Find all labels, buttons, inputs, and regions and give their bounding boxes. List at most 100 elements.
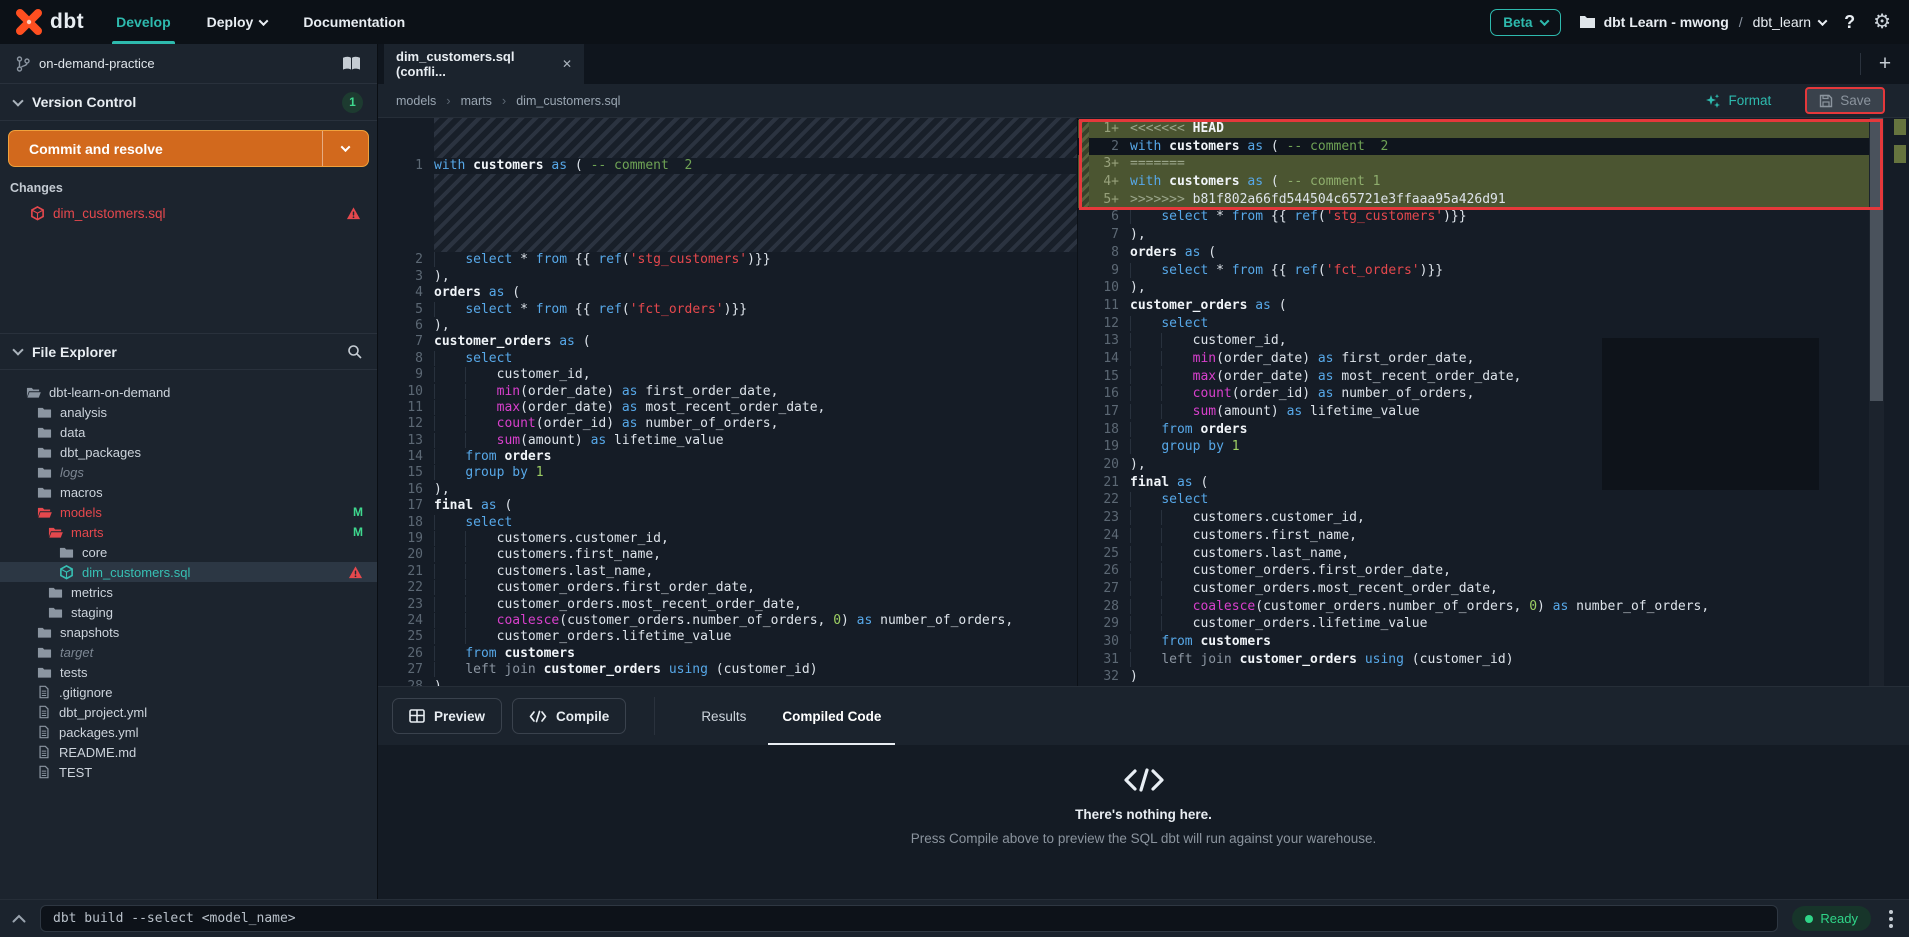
- code-line: 5+>>>>>>> b81f802a66fd544504c65721e3ffaa…: [1078, 191, 1869, 209]
- logo-text: dbt: [50, 10, 84, 34]
- version-control-header[interactable]: Version Control 1: [0, 84, 377, 121]
- code-line: 12 select: [1078, 315, 1869, 333]
- folder-icon: [37, 485, 52, 500]
- line-number: 1+: [1078, 120, 1130, 138]
- folder-icon: [1579, 15, 1596, 29]
- tree-item-models[interactable]: modelsM: [0, 502, 377, 522]
- tree-item-packages-yml[interactable]: packages.yml: [0, 722, 377, 742]
- results-bar-divider: [654, 697, 655, 735]
- help-button[interactable]: ?: [1844, 12, 1855, 33]
- scrollbar-thumb[interactable]: [1870, 118, 1883, 401]
- tree-item-dim-customers-sql[interactable]: dim_customers.sql: [0, 562, 377, 582]
- tree-item-core[interactable]: core: [0, 542, 377, 562]
- file-icon: [37, 685, 51, 699]
- tree-item-staging[interactable]: staging: [0, 602, 377, 622]
- tree-item-dbt-project-yml[interactable]: dbt_project.yml: [0, 702, 377, 722]
- line-number: 17: [1078, 403, 1130, 421]
- compile-button[interactable]: Compile: [512, 698, 626, 734]
- tree-item-label: models: [60, 505, 345, 520]
- docs-book-icon[interactable]: [342, 56, 361, 71]
- nav-documentation[interactable]: Documentation: [285, 0, 423, 44]
- kebab-menu-icon[interactable]: [1885, 910, 1897, 928]
- code-line: 17final as (: [378, 498, 1077, 514]
- line-number: 18: [378, 515, 434, 531]
- command-input[interactable]: dbt build --select <model_name>: [40, 905, 1778, 932]
- nav-deploy[interactable]: Deploy: [189, 0, 286, 44]
- sparkles-icon: [1705, 93, 1721, 109]
- tree-item-marts[interactable]: martsM: [0, 522, 377, 542]
- editor-toolbar: models › marts › dim_customers.sql Forma…: [378, 84, 1909, 118]
- line-number: 5: [378, 302, 434, 318]
- line-number: 22: [378, 580, 434, 596]
- tree-item-metrics[interactable]: metrics: [0, 582, 377, 602]
- tree-item-dbt-learn-on-demand[interactable]: dbt-learn-on-demand: [0, 382, 377, 402]
- tree-item-data[interactable]: data: [0, 422, 377, 442]
- tree-item-test[interactable]: TEST: [0, 762, 377, 782]
- close-icon[interactable]: ✕: [562, 57, 572, 71]
- nav-develop[interactable]: Develop: [98, 0, 188, 44]
- code-line: 21 customers.last_name,: [378, 564, 1077, 580]
- editor-scrollbar[interactable]: [1869, 118, 1884, 686]
- settings-gear-icon[interactable]: ⚙: [1873, 12, 1891, 32]
- tree-item-readme-md[interactable]: README.md: [0, 742, 377, 762]
- save-button[interactable]: Save: [1805, 87, 1885, 114]
- beta-toggle[interactable]: Beta: [1490, 9, 1560, 36]
- folder-icon: [48, 605, 63, 620]
- results-bar: Preview Compile Results Compiled Code: [378, 686, 1909, 745]
- new-tab-button[interactable]: +: [1861, 44, 1909, 84]
- tab-dim-customers[interactable]: dim_customers.sql (confli... ✕: [384, 44, 584, 84]
- tree-item-logs[interactable]: logs: [0, 462, 377, 482]
- commit-options-chevron[interactable]: [322, 131, 368, 166]
- tree-item--gitignore[interactable]: .gitignore: [0, 682, 377, 702]
- tree-item-target[interactable]: target: [0, 642, 377, 662]
- tab-compiled-code[interactable]: Compiled Code: [764, 687, 899, 745]
- editor-pane-left[interactable]: 1with customers as ( -- comment 22 selec…: [378, 118, 1078, 686]
- tree-item-analysis[interactable]: analysis: [0, 402, 377, 422]
- format-button[interactable]: Format: [1705, 93, 1771, 109]
- changed-file-row[interactable]: dim_customers.sql: [0, 201, 377, 225]
- changes-label: Changes: [0, 167, 377, 201]
- code-line: 4+with customers as ( -- comment 1: [1078, 173, 1869, 191]
- line-number: 8: [378, 351, 434, 367]
- command-bar: dbt build --select <model_name> Ready: [0, 899, 1909, 937]
- line-number: 13: [1078, 332, 1130, 350]
- line-number: 31: [1078, 651, 1130, 669]
- line-number: 13: [378, 433, 434, 449]
- code-line: 11 max(order_date) as most_recent_order_…: [378, 400, 1077, 416]
- code-line: 25 customer_orders.lifetime_value: [378, 629, 1077, 645]
- chevron-up-icon[interactable]: [12, 914, 26, 923]
- breadcrumb-marts[interactable]: marts: [461, 94, 492, 108]
- folder-icon: [37, 645, 52, 660]
- dbt-logo[interactable]: dbt: [0, 9, 98, 35]
- line-number: 14: [1078, 350, 1130, 368]
- file-explorer-header[interactable]: File Explorer: [0, 333, 377, 370]
- file-icon: [37, 725, 51, 739]
- tree-item-macros[interactable]: macros: [0, 482, 377, 502]
- folder-icon: [37, 665, 52, 680]
- tree-item-snapshots[interactable]: snapshots: [0, 622, 377, 642]
- line-number: 7: [378, 334, 434, 350]
- tree-item-label: dbt-learn-on-demand: [49, 385, 363, 400]
- tree-item-tests[interactable]: tests: [0, 662, 377, 682]
- chevron-down-icon: [341, 142, 351, 152]
- split-editor: 1with customers as ( -- comment 22 selec…: [378, 118, 1909, 686]
- tree-item-dbt-packages[interactable]: dbt_packages: [0, 442, 377, 462]
- line-number: 9: [1078, 262, 1130, 280]
- folder-icon: [59, 545, 74, 560]
- branch-row[interactable]: on-demand-practice: [0, 44, 377, 84]
- breadcrumb-file[interactable]: dim_customers.sql: [516, 94, 620, 108]
- breadcrumb-models[interactable]: models: [396, 94, 436, 108]
- tab-results[interactable]: Results: [683, 687, 764, 745]
- line-number: 29: [1078, 615, 1130, 633]
- project-selector[interactable]: dbt Learn - mwong / dbt_learn: [1579, 14, 1827, 30]
- commit-and-resolve-button[interactable]: Commit and resolve: [8, 130, 369, 167]
- line-number: 25: [1078, 545, 1130, 563]
- preview-button[interactable]: Preview: [392, 698, 502, 734]
- search-icon[interactable]: [347, 344, 363, 360]
- folder-icon: [48, 525, 63, 540]
- branch-name: on-demand-practice: [39, 56, 155, 71]
- line-number: 1: [378, 158, 434, 174]
- tree-item-label: tests: [60, 665, 363, 680]
- tree-item-label: snapshots: [60, 625, 363, 640]
- connection-status[interactable]: Ready: [1792, 906, 1871, 931]
